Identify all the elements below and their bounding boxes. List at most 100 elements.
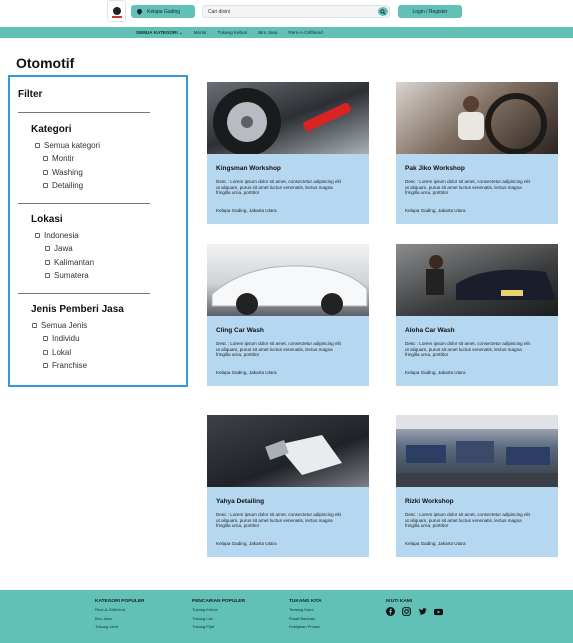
card-image (207, 244, 369, 316)
card-image (396, 82, 558, 154)
checkbox-label: Semua Jenis (41, 321, 88, 330)
checkbox-washing[interactable]: Washing (43, 168, 83, 177)
workshop-photo (396, 415, 558, 487)
checkbox-label: Washing (52, 168, 83, 177)
checkbox-indonesia[interactable]: Indonesia (35, 231, 79, 240)
checkbox-label: Indonesia (44, 231, 79, 240)
location-button[interactable]: Kelapa Gading (131, 5, 195, 18)
facebook-icon[interactable] (386, 607, 395, 616)
category-nav: SEMUA KATEGORI ⌄ Montir Tukang Kebun Bir… (0, 27, 573, 38)
footer-link[interactable]: Tukang Jahit (95, 624, 144, 629)
card-image (207, 415, 369, 487)
checkbox-jawa[interactable]: Jawa (45, 244, 73, 253)
card-title: Rizki Workshop (405, 498, 454, 505)
service-card[interactable]: Yahya Detailing Desc : Lorem ipsum dolor… (207, 415, 369, 557)
footer-heading: TUKANG KITA (289, 599, 322, 604)
footer-col-kategori: KATEGORI POPULER Rent-A-Girlfriend Biro … (95, 599, 144, 633)
checkbox-semua-jenis[interactable]: Semua Jenis (32, 321, 87, 330)
filter-heading-jenis: Jenis Pemberi Jasa (31, 304, 124, 315)
login-register-button[interactable]: Login / Register (398, 5, 462, 18)
checkbox-label: Detailing (52, 181, 84, 190)
footer-link[interactable]: Tukang Kebun (192, 607, 245, 612)
tire-photo (213, 88, 351, 154)
nav-item-biro-jasa[interactable]: Biro Jasa (258, 30, 277, 35)
nav-item-rent-a-girlfriend[interactable]: Rent-A-Girlfriend (288, 30, 322, 35)
service-card[interactable]: Rizki Workshop Desc : Lorem ipsum dolor … (396, 415, 558, 557)
footer-link[interactable]: Rent-A-Girlfriend (95, 607, 144, 612)
service-card[interactable]: Kingsman Workshop Desc : Lorem ipsum dol… (207, 82, 369, 224)
checkbox-label: Semua kategori (44, 141, 101, 150)
service-card[interactable]: Pak Jiko Workshop Desc : Lorem ipsum dol… (396, 82, 558, 224)
checkbox-sumatera[interactable]: Sumatera (45, 271, 89, 280)
location-pin-icon (137, 9, 142, 15)
service-card[interactable]: Cling Car Wash Desc : Lorem ipsum dolor … (207, 244, 369, 386)
card-description: Desc : Lorem ipsum dolor sit amet, conse… (405, 512, 530, 529)
detailing-photo (265, 435, 342, 475)
footer-link[interactable]: Kebijakan Privasi (289, 624, 322, 629)
checkbox-label: Montir (52, 154, 75, 163)
location-label: Kelapa Gading (147, 8, 181, 15)
search-button[interactable] (378, 7, 388, 16)
divider (18, 112, 150, 113)
card-location: Kelapa Gading, Jakarta Utara (216, 208, 277, 213)
card-location: Kelapa Gading, Jakarta Utara (405, 208, 466, 213)
divider (18, 293, 150, 294)
checkbox-label: Kalimantan (54, 258, 95, 267)
service-card[interactable]: Aloha Car Wash Desc : Lorem ipsum dolor … (396, 244, 558, 386)
filter-heading-lokasi: Lokasi (31, 214, 63, 225)
twitter-icon[interactable] (418, 607, 427, 616)
nav-item-montir[interactable]: Montir (194, 30, 207, 35)
footer-link[interactable]: Tukang Pijat (192, 624, 245, 629)
card-description: Desc : Lorem ipsum dolor sit amet, conse… (216, 341, 341, 358)
card-title: Yahya Detailing (216, 498, 265, 505)
header: Kelapa Gading Cari disini Login / Regist… (0, 0, 573, 27)
search-input[interactable]: Cari disini (202, 5, 390, 18)
footer-link[interactable]: Tentang Kami (289, 607, 322, 612)
filter-panel: Filter Kategori Semua kategori Montir Wa… (8, 75, 188, 387)
footer-heading: IKUTI KAMI (386, 599, 413, 604)
footer-heading: KATEGORI POPULER (95, 599, 145, 604)
checkbox-semua-kategori[interactable]: Semua kategori (35, 141, 100, 150)
card-title: Pak Jiko Workshop (405, 165, 465, 172)
instagram-icon[interactable] (402, 607, 411, 616)
card-location: Kelapa Gading, Jakarta Utara (405, 370, 466, 375)
youtube-icon[interactable] (434, 607, 443, 616)
nav-item-tukang-kebun[interactable]: Tukang Kebun (218, 30, 248, 35)
card-description: Desc : Lorem ipsum dolor sit amet, conse… (216, 512, 341, 529)
checkbox-kalimantan[interactable]: Kalimantan (45, 258, 94, 267)
car-wash-photo (426, 255, 556, 300)
checkbox-montir[interactable]: Montir (43, 154, 74, 163)
card-location: Kelapa Gading, Jakarta Utara (405, 541, 466, 546)
footer-col-tukang-kita: TUKANG KITA Tentang Kami Pusat Bantuan K… (289, 599, 322, 633)
footer-link[interactable]: Tukang Las (192, 616, 245, 621)
checkbox-detailing[interactable]: Detailing (43, 181, 83, 190)
nav-item-semua-kategori[interactable]: SEMUA KATEGORI ⌄ (136, 30, 183, 36)
car-wash-photo (211, 265, 368, 315)
card-description: Desc : Lorem ipsum dolor sit amet, conse… (405, 179, 530, 196)
card-image (207, 82, 369, 154)
search-icon (380, 8, 386, 15)
checkbox-label: Lokal (52, 348, 72, 357)
footer-link[interactable]: Pusat Bantuan (289, 616, 322, 621)
card-location: Kelapa Gading, Jakarta Utara (216, 541, 277, 546)
footer: KATEGORI POPULER Rent-A-Girlfriend Biro … (0, 590, 573, 643)
checkbox-label: Franchise (52, 361, 88, 370)
search-placeholder: Cari disini (208, 8, 230, 15)
card-description: Desc : Lorem ipsum dolor sit amet, conse… (405, 341, 530, 358)
divider (18, 203, 150, 204)
checkbox-lokal[interactable]: Lokal (43, 348, 71, 357)
logo[interactable] (108, 1, 125, 21)
card-title: Aloha Car Wash (405, 327, 455, 334)
card-image (396, 244, 558, 316)
mechanic-photo (458, 93, 547, 154)
social-icons (386, 607, 443, 616)
footer-link[interactable]: Biro Jasa (95, 616, 144, 621)
footer-heading: PENCARIAN POPULER (192, 599, 246, 604)
card-image (396, 415, 558, 487)
card-title: Kingsman Workshop (216, 165, 281, 172)
checkbox-individu[interactable]: Individu (43, 334, 80, 343)
checkbox-franchise[interactable]: Franchise (43, 361, 87, 370)
checkbox-label: Sumatera (54, 271, 89, 280)
checkbox-label: Individu (52, 334, 80, 343)
checkbox-label: Jawa (54, 244, 73, 253)
